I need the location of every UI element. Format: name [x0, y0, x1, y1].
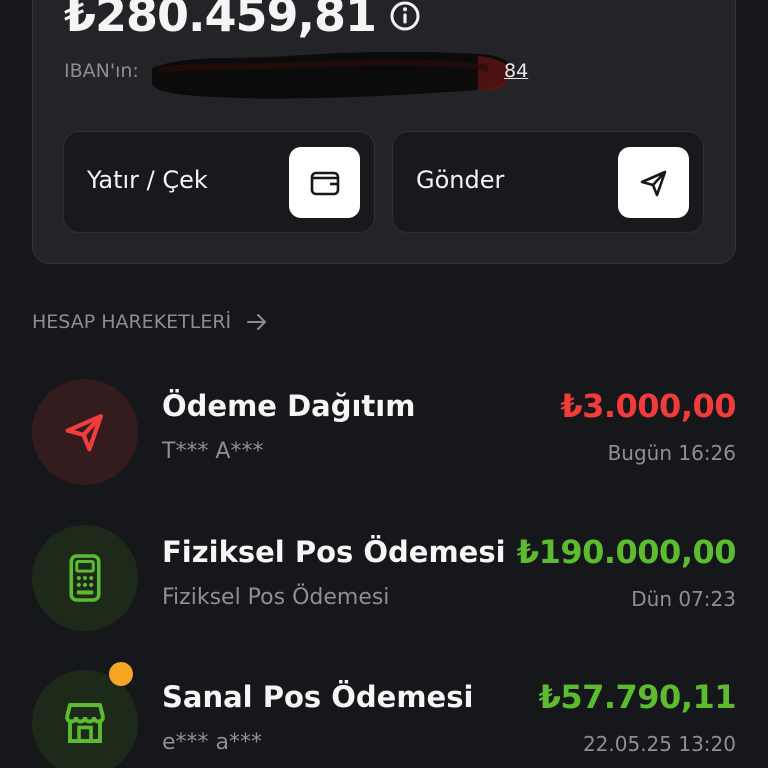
- notification-dot: [109, 662, 133, 686]
- store-icon: [65, 703, 105, 743]
- transaction-title: Sanal Pos Ödemesi: [162, 680, 474, 714]
- send-icon: [640, 170, 666, 196]
- transaction-amount: ₺190.000,00: [516, 533, 737, 571]
- transaction-subtitle: Fiziksel Pos Ödemesi: [162, 585, 390, 610]
- transaction-subtitle: e*** a***: [162, 730, 263, 755]
- transaction-title: Ödeme Dağıtım: [162, 389, 416, 423]
- transactions-header[interactable]: HESAP HAREKETLERİ: [32, 310, 269, 334]
- deposit-withdraw-label: Yatır / Çek: [87, 166, 208, 194]
- transaction-time: Bugün 16:26: [607, 441, 736, 465]
- transaction-row[interactable]: Fiziksel Pos Ödemesi Fiziksel Pos Ödemes…: [0, 525, 768, 655]
- pos-terminal-icon: [69, 554, 101, 602]
- transaction-time: 22.05.25 13:20: [582, 732, 736, 756]
- transaction-row[interactable]: Ödeme Dağıtım T*** A*** ₺3.000,00 Bugün …: [0, 379, 768, 509]
- send-icon: [65, 414, 103, 452]
- transaction-avatar: [32, 525, 138, 631]
- send-button[interactable]: Gönder: [392, 131, 704, 233]
- transaction-amount: ₺3.000,00: [560, 387, 736, 425]
- send-icon-box: [618, 147, 689, 218]
- send-label: Gönder: [416, 166, 505, 194]
- deposit-withdraw-button[interactable]: Yatır / Çek: [63, 131, 375, 233]
- transaction-avatar: [32, 379, 138, 485]
- transaction-amount: ₺57.790,11: [538, 678, 737, 716]
- arrow-right-icon: [247, 314, 267, 330]
- balance-amount: ₺280.459,81: [64, 0, 377, 42]
- app-screen: ₺280.459,81 IBAN'ın: 84 Yatır / Çek Gönd…: [0, 0, 768, 768]
- wallet-icon: [310, 171, 339, 195]
- transactions-header-label: HESAP HAREKETLERİ: [32, 311, 232, 333]
- transaction-subtitle: T*** A***: [162, 439, 264, 464]
- iban-last-digits[interactable]: 84: [504, 60, 528, 82]
- info-icon[interactable]: [389, 0, 421, 32]
- transaction-row[interactable]: Sanal Pos Ödemesi e*** a*** ₺57.790,11 2…: [0, 662, 768, 768]
- transaction-time: Dün 07:23: [631, 587, 736, 611]
- iban-redaction: [152, 51, 513, 99]
- wallet-icon-box: [289, 147, 360, 218]
- transaction-title: Fiziksel Pos Ödemesi: [162, 535, 506, 569]
- iban-label: IBAN'ın:: [64, 60, 139, 82]
